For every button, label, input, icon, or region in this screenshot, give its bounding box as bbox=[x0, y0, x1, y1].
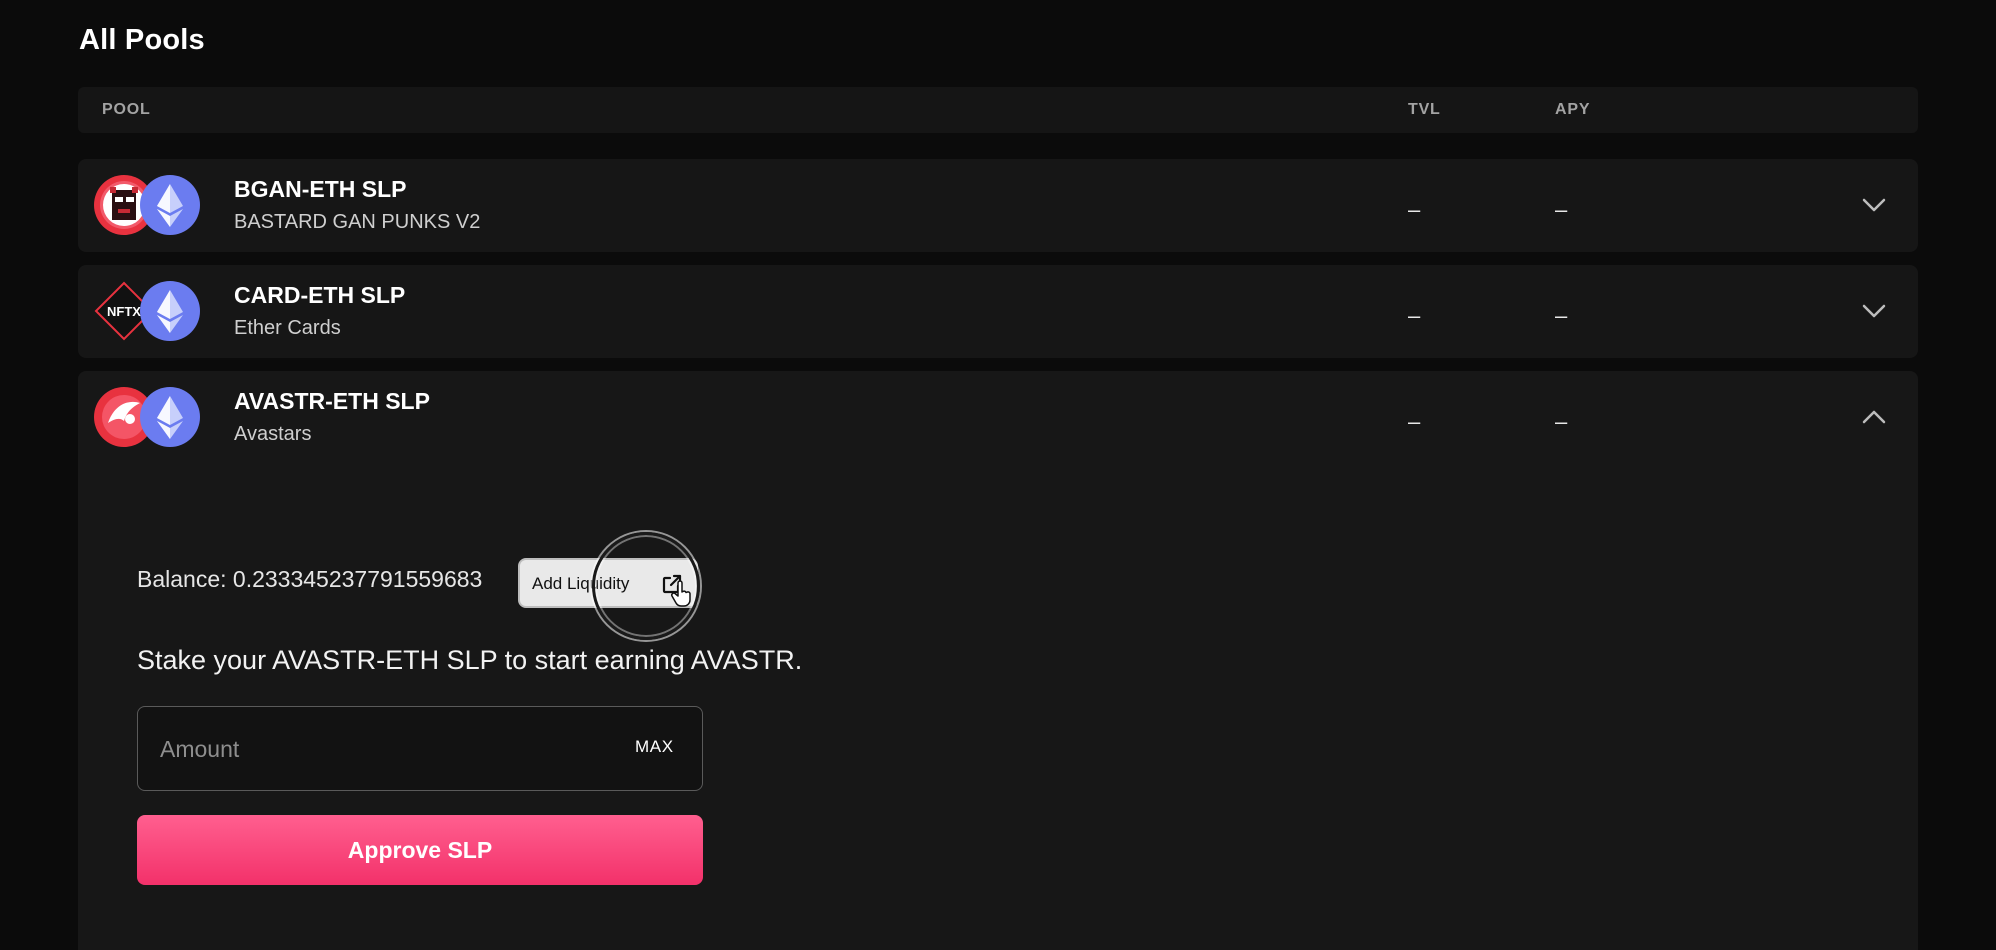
stake-instructions: Stake your AVASTR-ETH SLP to start earni… bbox=[137, 645, 803, 675]
chevron-down-icon[interactable] bbox=[1858, 189, 1890, 221]
add-liquidity-button[interactable]: Add Liquidity bbox=[518, 558, 698, 608]
max-button[interactable]: MAX bbox=[635, 737, 674, 757]
ethereum-icon bbox=[140, 175, 200, 235]
pool-subtitle: BASTARD GAN PUNKS V2 bbox=[234, 211, 481, 233]
pool-token-pair bbox=[94, 175, 202, 235]
ethereum-icon bbox=[140, 281, 200, 341]
pool-token-pair bbox=[94, 387, 202, 447]
pool-details-panel: Balance: 0.233345237791559683 Add Liquid… bbox=[78, 464, 1918, 950]
table-header: POOL TVL APY bbox=[78, 87, 1918, 133]
pools-page: All Pools POOL TVL APY BGAN-ETH SLP BAST… bbox=[0, 0, 1996, 950]
chevron-down-icon[interactable] bbox=[1858, 295, 1890, 327]
pool-row-bgan-eth[interactable]: BGAN-ETH SLP BASTARD GAN PUNKS V2 – – bbox=[78, 159, 1918, 252]
add-liquidity-label: Add Liquidity bbox=[532, 574, 630, 593]
pool-row-card-eth[interactable]: NFTX CARD-ETH SLP Ether Cards – – bbox=[78, 265, 1918, 358]
pool-name: BGAN-ETH SLP bbox=[234, 176, 407, 202]
pool-subtitle: Avastars bbox=[234, 423, 312, 445]
column-header-tvl: TVL bbox=[1408, 101, 1441, 118]
pool-apy: – bbox=[1555, 303, 1568, 328]
pool-name: CARD-ETH SLP bbox=[234, 282, 406, 308]
amount-input[interactable] bbox=[160, 729, 580, 769]
pool-name: AVASTR-ETH SLP bbox=[234, 388, 430, 414]
pool-row-avastr-eth[interactable]: AVASTR-ETH SLP Avastars – – bbox=[78, 371, 1918, 464]
pool-tvl: – bbox=[1408, 303, 1421, 328]
pool-apy: – bbox=[1555, 409, 1568, 434]
pool-apy: – bbox=[1555, 197, 1568, 222]
ethereum-icon bbox=[140, 387, 200, 447]
amount-field: MAX bbox=[137, 706, 703, 791]
page-title: All Pools bbox=[79, 24, 205, 56]
column-header-pool: POOL bbox=[102, 101, 151, 118]
approve-slp-button[interactable]: Approve SLP bbox=[137, 815, 703, 885]
balance-text: Balance: 0.233345237791559683 bbox=[137, 566, 483, 592]
chevron-up-icon[interactable] bbox=[1858, 401, 1890, 433]
pool-subtitle: Ether Cards bbox=[234, 317, 341, 339]
pool-tvl: – bbox=[1408, 197, 1421, 222]
pool-tvl: – bbox=[1408, 409, 1421, 434]
pool-token-pair: NFTX bbox=[94, 281, 202, 341]
column-header-apy: APY bbox=[1555, 101, 1591, 118]
svg-text:NFTX: NFTX bbox=[107, 304, 141, 319]
external-link-icon bbox=[662, 574, 682, 594]
